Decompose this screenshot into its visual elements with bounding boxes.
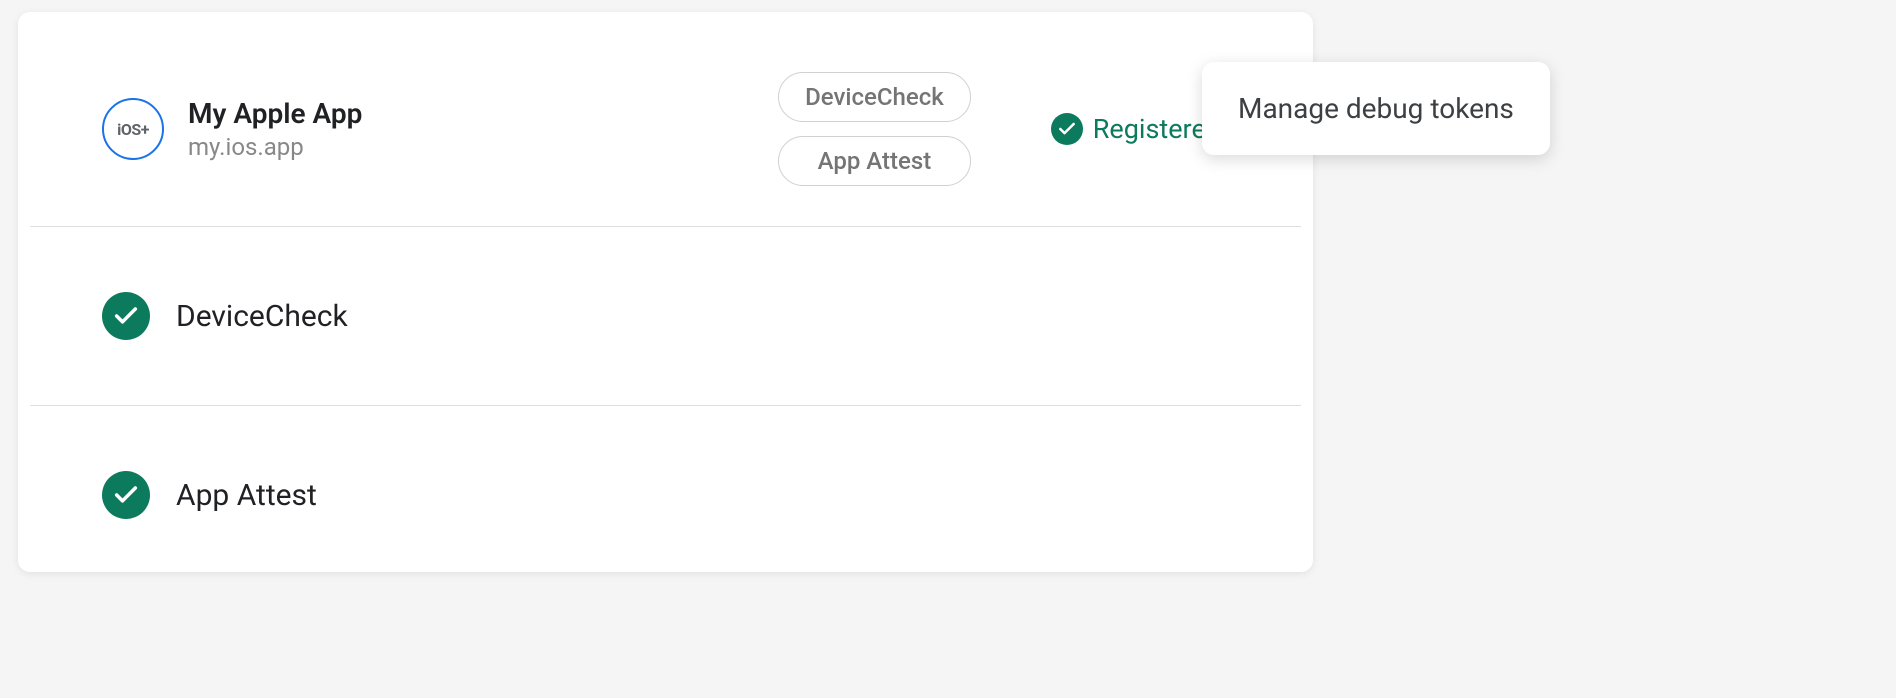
popup-label: Manage debug tokens <box>1238 92 1514 125</box>
check-circle-icon <box>1051 113 1083 145</box>
manage-debug-tokens-menu-item[interactable]: Manage debug tokens <box>1202 62 1550 155</box>
ios-icon-label: iOS+ <box>117 120 149 139</box>
provider-chips: DeviceCheck App Attest <box>778 72 971 186</box>
app-header: iOS+ My Apple App my.ios.app DeviceCheck… <box>30 12 1301 227</box>
app-name: My Apple App <box>188 97 362 131</box>
chip-devicecheck[interactable]: DeviceCheck <box>778 72 971 122</box>
app-info: My Apple App my.ios.app <box>188 97 362 161</box>
app-bundle-id: my.ios.app <box>188 133 362 161</box>
ios-platform-icon: iOS+ <box>102 98 164 160</box>
attestation-label: App Attest <box>176 478 317 513</box>
attestation-item-appattest[interactable]: App Attest <box>30 406 1301 584</box>
attestation-list: DeviceCheck App Attest <box>18 227 1313 584</box>
check-circle-icon <box>102 471 150 519</box>
attestation-label: DeviceCheck <box>176 299 348 334</box>
attestation-item-devicecheck[interactable]: DeviceCheck <box>30 227 1301 406</box>
registration-status: Registered <box>1051 113 1221 145</box>
check-circle-icon <box>102 292 150 340</box>
chip-appattest[interactable]: App Attest <box>778 136 971 186</box>
app-card: iOS+ My Apple App my.ios.app DeviceCheck… <box>18 12 1313 572</box>
